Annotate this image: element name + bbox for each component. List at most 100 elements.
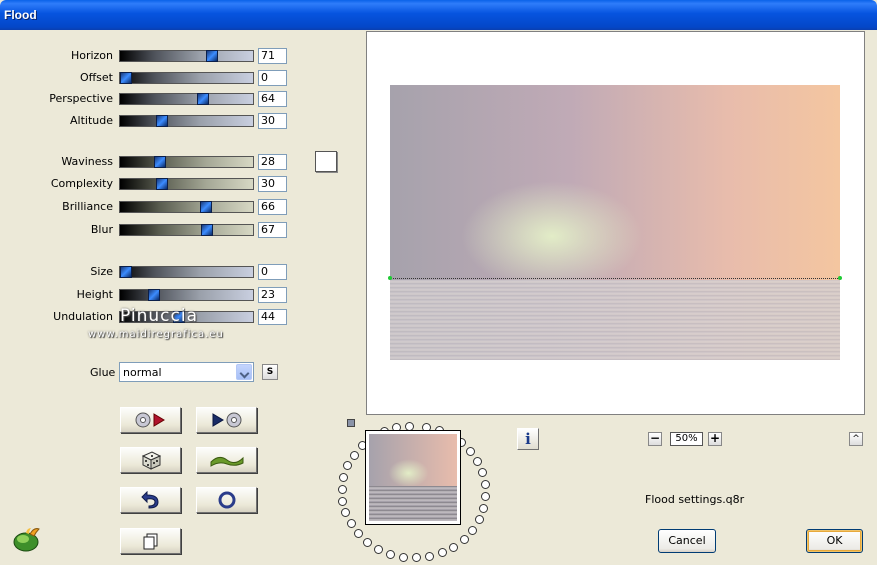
navigator-ring-dot[interactable] [466,446,476,456]
horizon-slider[interactable] [119,50,254,62]
complexity-slider[interactable] [119,178,254,190]
param-label: Blur [90,223,113,236]
collapse-button[interactable]: ^ [849,432,863,446]
undulation-value-field[interactable]: 44 [258,309,287,325]
navigator-ring-dot[interactable] [337,484,347,494]
default-button[interactable] [196,487,257,513]
navigator-ring-dot[interactable] [481,492,491,502]
brilliance-value-field[interactable]: 66 [258,199,287,215]
ring-icon [218,491,235,509]
size-value-field[interactable]: 0 [258,264,287,280]
water-reflection [390,280,840,360]
navigator-ring-dot[interactable] [479,504,489,514]
param-perspective: Perspective 64 [0,91,300,107]
thumbnail-image [369,434,457,521]
glue-select[interactable]: normal [119,362,254,382]
zoom-in-button[interactable]: + [708,432,722,446]
zoom-level[interactable]: 50% [670,432,703,446]
navigator-ring-dot[interactable] [338,496,348,506]
param-waviness: Waviness 28 [0,154,300,170]
navigator-ring-dot[interactable] [374,544,384,554]
param-label: Waviness [61,155,113,168]
complexity-value-field[interactable]: 30 [258,176,287,192]
slider-thumb[interactable] [201,224,213,236]
navigator-ring-dot[interactable] [353,529,363,539]
slider-thumb[interactable] [156,178,168,190]
perspective-slider[interactable] [119,93,254,105]
navigator-ring-dot[interactable] [425,551,435,561]
preview-panel[interactable] [366,31,865,415]
arrow-disc-icon [212,412,241,428]
slider-thumb[interactable] [200,201,212,213]
random-button[interactable] [120,447,181,473]
waviness-value-field[interactable]: 28 [258,154,287,170]
ok-button[interactable]: OK [806,529,863,553]
brilliance-slider[interactable] [119,201,254,213]
navigator-ring-dot[interactable] [481,480,491,490]
horizon-value-field[interactable]: 71 [258,48,287,64]
horizon-handle-left[interactable] [388,276,392,280]
param-label: Complexity [50,177,113,190]
navigator-ring-dot[interactable] [478,468,488,478]
navigator-ring-dot[interactable] [474,515,484,525]
slider-thumb[interactable] [154,156,166,168]
preview-image[interactable] [390,85,840,360]
blur-slider[interactable] [119,224,254,236]
undo-arrow-icon [140,491,159,509]
slider-thumb[interactable] [148,289,160,301]
horizon-line [390,278,840,279]
param-complexity: Complexity 30 [0,176,300,192]
s-button[interactable]: S [262,364,278,380]
navigator-thumbnail[interactable] [365,430,461,525]
navigator-ring-dot[interactable] [473,457,483,467]
slider-thumb[interactable] [120,72,132,84]
offset-slider[interactable] [119,72,254,84]
slider-thumb[interactable] [120,266,132,278]
navigator-ring-dot[interactable] [346,519,356,529]
offset-value-field[interactable]: 0 [258,70,287,86]
waviness-slider[interactable] [119,156,254,168]
navigator-ring-dot[interactable] [412,553,421,563]
navigator-ring-dot[interactable] [437,548,447,558]
slider-thumb[interactable] [156,115,168,127]
navigator-ring-dot[interactable] [349,450,359,460]
copy-icon [143,533,157,550]
horizon-handle-right[interactable] [838,276,842,280]
copy-button[interactable] [120,528,181,554]
height-slider[interactable] [119,289,254,301]
navigator-ring-dot[interactable] [398,552,408,562]
navigator-ring-dot[interactable] [468,525,478,535]
slider-thumb[interactable] [206,50,218,62]
param-blur: Blur 67 [0,222,300,238]
app-logo-icon [13,528,40,552]
navigator-ring-dot[interactable] [363,538,373,548]
height-value-field[interactable]: 23 [258,287,287,303]
zoom-out-button[interactable]: − [648,432,662,446]
color-swatch[interactable] [315,151,337,172]
title-bar[interactable]: Flood [0,0,877,30]
cancel-button[interactable]: Cancel [658,529,716,553]
blur-value-field[interactable]: 67 [258,222,287,238]
navigator-ring-dot[interactable] [449,542,459,552]
navigator-ring-dot[interactable] [339,472,349,482]
navigator-square-handle[interactable] [347,419,355,427]
info-button[interactable]: i [517,428,539,450]
navigator-ring-dot[interactable] [386,549,396,559]
save-preset-button[interactable] [196,407,257,433]
size-slider[interactable] [119,266,254,278]
navigator-ring-dot[interactable] [341,508,351,518]
altitude-value-field[interactable]: 30 [258,113,287,129]
perspective-value-field[interactable]: 64 [258,91,287,107]
glue-label: Glue [90,366,116,379]
reset-button[interactable] [120,487,181,513]
watermark-url: www.maidiregrafica.eu [88,329,224,340]
wave-button[interactable] [196,447,257,473]
slider-thumb[interactable] [197,93,209,105]
load-preset-button[interactable] [120,407,181,433]
navigator-ring-dot[interactable] [343,461,353,471]
navigator-ring-dot[interactable] [459,534,469,544]
param-altitude: Altitude 30 [0,113,300,129]
param-height: Height 23 [0,287,300,303]
chevron-down-icon[interactable] [236,364,252,380]
altitude-slider[interactable] [119,115,254,127]
